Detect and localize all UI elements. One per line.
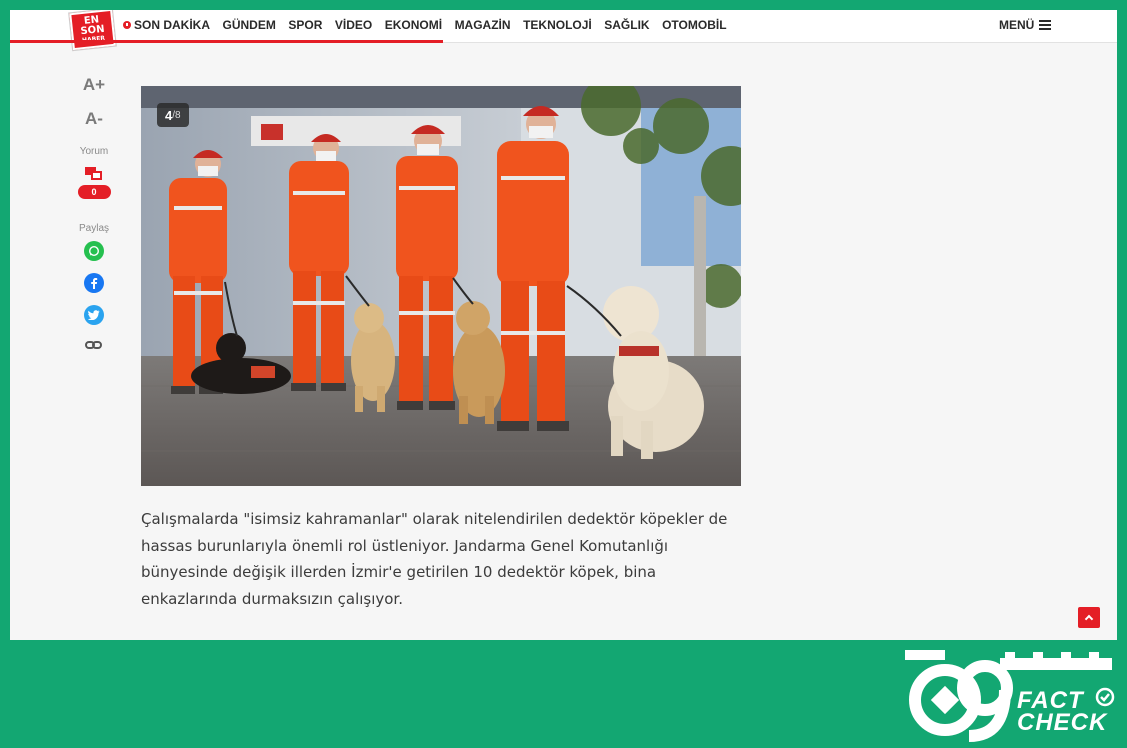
nav-label: SON DAKİKA xyxy=(134,18,211,32)
live-icon xyxy=(123,21,131,29)
scroll-to-top-button[interactable] xyxy=(1078,607,1100,628)
fact-check-watermark: 09 FACT CHECK xyxy=(905,650,1120,742)
comment-count-badge[interactable]: 0 xyxy=(77,185,111,199)
gallery-total: /8 xyxy=(172,109,181,121)
article-paragraph: Çalışmalarda "isimsiz kahramanlar" olara… xyxy=(141,510,728,608)
nav-item-video[interactable]: VİDEO xyxy=(335,18,372,32)
site-header: EN SON HABER SON DAKİKA GÜNDEM SPOR VİDE… xyxy=(10,10,1117,51)
watermark-check: CHECK xyxy=(1017,709,1108,736)
nav-item-magazin[interactable]: MAGAZİN xyxy=(455,18,511,32)
browser-viewport: EN SON HABER SON DAKİKA GÜNDEM SPOR VİDE… xyxy=(10,10,1117,640)
rescue-team-photo xyxy=(141,86,741,486)
nav-item-ekonomi[interactable]: EKONOMİ xyxy=(385,18,442,32)
nav-item-saglik[interactable]: SAĞLIK xyxy=(604,18,649,32)
comment-icon[interactable] xyxy=(85,167,103,181)
article-tools: A+ A- Yorum 0 Paylaş xyxy=(74,68,114,351)
nav-item-teknoloji[interactable]: TEKNOLOJİ xyxy=(523,18,592,32)
copy-link-icon[interactable] xyxy=(85,339,103,351)
whatsapp-icon[interactable] xyxy=(84,241,104,261)
font-increase-button[interactable]: A+ xyxy=(83,68,105,102)
gallery-current: 4 xyxy=(165,107,173,123)
nav-item-spor[interactable]: SPOR xyxy=(288,18,322,32)
menu-label: MENÜ xyxy=(999,18,1035,32)
menu-button[interactable]: MENÜ xyxy=(999,10,1052,40)
share-label: Paylaş xyxy=(78,223,109,234)
hamburger-icon xyxy=(1039,20,1052,30)
watermark-number: 09 xyxy=(905,650,906,651)
header-accent-bar xyxy=(10,40,443,43)
facebook-icon[interactable] xyxy=(84,273,104,293)
gallery-counter: 4/8 xyxy=(157,103,189,127)
nav-item-son-dakika[interactable]: SON DAKİKA xyxy=(123,18,210,32)
nav-item-otomobil[interactable]: OTOMOBİL xyxy=(662,18,726,32)
font-decrease-button[interactable]: A- xyxy=(85,102,103,136)
gallery-image[interactable]: 4/8 xyxy=(141,86,741,486)
comment-label: Yorum xyxy=(79,146,109,157)
nav-item-gundem[interactable]: GÜNDEM xyxy=(223,18,276,32)
main-nav: SON DAKİKA GÜNDEM SPOR VİDEO EKONOMİ MAG… xyxy=(123,10,739,40)
twitter-icon[interactable] xyxy=(84,305,104,325)
site-logo[interactable]: EN SON HABER xyxy=(69,10,116,51)
